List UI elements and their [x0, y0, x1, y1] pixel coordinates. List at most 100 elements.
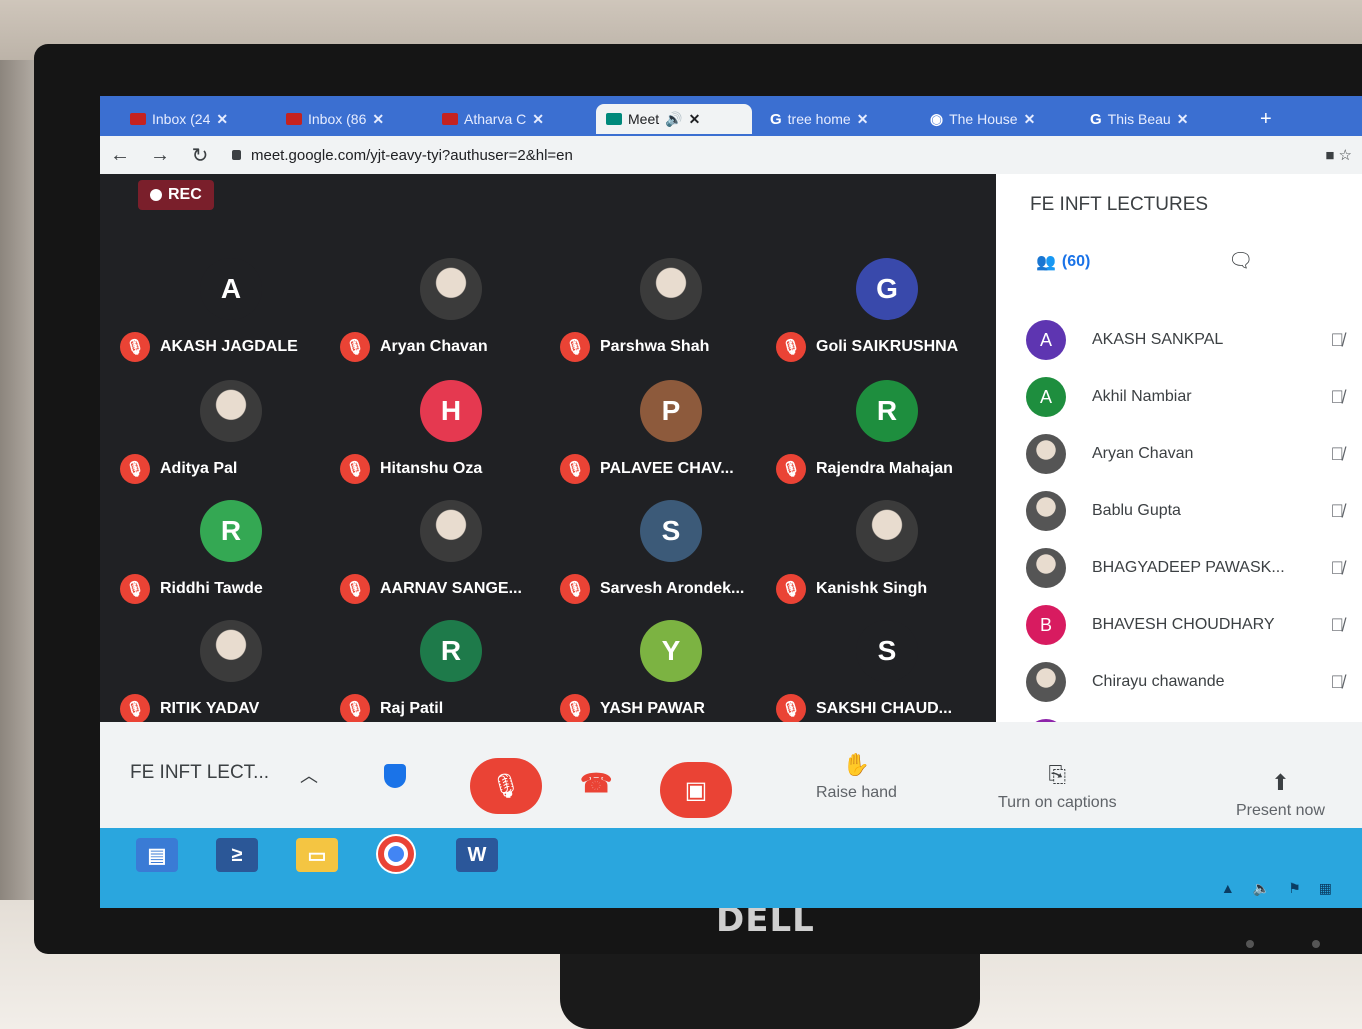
camera-off-button[interactable]: ▣ [660, 762, 732, 818]
network-icon[interactable]: ▦ [1319, 880, 1332, 897]
participant-avatar: R [856, 380, 918, 442]
participant-avatar: Y [640, 620, 702, 682]
person-name: Chirayu chawande [1092, 673, 1225, 690]
participant-name-row: 🎙 Parshwa Shah [560, 332, 709, 362]
chevron-up-icon[interactable]: ︿ [300, 762, 318, 788]
chat-icon: ◉ [930, 111, 944, 128]
tray-chevron-icon[interactable]: ▲ [1221, 880, 1235, 897]
participant-name-row: 🎙 Hitanshu Oza [340, 454, 482, 484]
volume-icon[interactable]: 🔈 [1253, 880, 1270, 897]
people-list-item[interactable]: A Akhil Nambiar 🎙̸ [1026, 377, 1356, 417]
file-explorer-icon[interactable]: ▤ [136, 838, 178, 872]
tab-label: Meet [628, 111, 660, 127]
participant-tile[interactable]: 🎙 Aditya Pal [120, 380, 340, 500]
gmail-icon [286, 113, 302, 125]
participant-tile[interactable]: R 🎙 Rajendra Mahajan [776, 380, 996, 500]
close-icon[interactable]: ✕ [372, 111, 384, 128]
present-now-button[interactable]: ⬆ Present now [1236, 770, 1325, 820]
participant-tile[interactable]: H 🎙 Hitanshu Oza [340, 380, 560, 500]
folder-icon[interactable]: ▭ [296, 838, 338, 872]
participant-name-row: 🎙 SAKSHI CHAUD... [776, 694, 952, 724]
windows-taskbar: ▤ ≥ ▭ W ▲ 🔈 ⚑ ▦ [100, 828, 1362, 908]
back-icon[interactable]: ← [100, 144, 140, 167]
people-list-item[interactable]: Bablu Gupta 🎙̸ [1026, 491, 1356, 531]
mic-off-icon: 🎙 [340, 694, 370, 724]
close-icon[interactable]: ✕ [689, 111, 701, 128]
monitor-button[interactable] [1312, 940, 1320, 948]
person-avatar [1026, 662, 1066, 702]
hand-icon: ✋ [842, 752, 871, 777]
browser-tab-active[interactable]: Meet 🔊 ✕ [596, 104, 752, 134]
chrome-icon[interactable] [376, 834, 416, 874]
reload-icon[interactable]: ↻ [180, 143, 220, 168]
raise-hand-button[interactable]: ✋ Raise hand [816, 752, 897, 802]
participant-avatar: S [640, 500, 702, 562]
participant-name: PALAVEE CHAV... [600, 460, 734, 477]
mic-off-icon[interactable]: 🎙̸ [1331, 558, 1345, 579]
people-list-item[interactable]: BHAGYADEEP PAWASK... 🎙̸ [1026, 548, 1356, 588]
meeting-controls: FE INFT LECT... ︿ 🎙 ☎ ▣ ✋ Raise hand ⎘ T… [100, 722, 1362, 828]
mic-off-icon[interactable]: 🎙̸ [1331, 672, 1345, 693]
participant-name: RITIK YADAV [160, 700, 260, 717]
mic-off-icon[interactable]: 🎙̸ [1331, 501, 1345, 522]
new-tab-button[interactable]: + [1260, 108, 1272, 131]
participant-tile[interactable]: 🎙 Aryan Chavan [340, 258, 560, 378]
close-icon[interactable]: ✕ [857, 111, 869, 128]
meeting-title[interactable]: FE INFT LECT... [130, 762, 269, 784]
mic-off-icon[interactable]: 🎙̸ [1331, 444, 1345, 465]
close-icon[interactable]: ✕ [532, 111, 544, 128]
people-list-item[interactable]: Chirayu chawande 🎙̸ [1026, 662, 1356, 702]
participant-tile[interactable]: S 🎙 Sarvesh Arondek... [560, 500, 780, 620]
people-tab[interactable]: 👥 (60) [1036, 252, 1090, 272]
mic-off-icon: 🎙 [340, 574, 370, 604]
browser-tab[interactable]: G tree home ✕ [760, 104, 910, 134]
mic-off-icon[interactable]: 🎙̸ [1331, 330, 1345, 351]
forward-icon[interactable]: → [140, 144, 180, 167]
participant-tile[interactable]: 🎙 Parshwa Shah [560, 258, 780, 378]
speaker-icon: 🔊 [665, 110, 683, 127]
tab-label: Atharva C [464, 111, 527, 127]
browser-tab[interactable]: G This Beau ✕ [1080, 104, 1230, 134]
participant-tile[interactable]: 🎙 Kanishk Singh [776, 500, 996, 620]
captions-icon: ⎘ [1048, 762, 1067, 787]
mic-off-icon[interactable]: 🎙̸ [1331, 615, 1345, 636]
flag-icon[interactable]: ⚑ [1288, 880, 1301, 897]
participant-tile[interactable]: 🎙 AARNAV SANGE... [340, 500, 560, 620]
participant-avatar [200, 380, 262, 442]
word-icon[interactable]: W [456, 838, 498, 872]
participant-tile[interactable]: A 🎙 AKASH JAGDALE [120, 258, 340, 378]
monitor-button[interactable] [1246, 940, 1254, 948]
mic-off-icon: 🎙 [560, 332, 590, 362]
people-list-item[interactable]: Aryan Chavan 🎙̸ [1026, 434, 1356, 474]
security-shield-icon[interactable] [384, 764, 406, 788]
people-list-item[interactable]: A AKASH SANKPAL 🎙̸ [1026, 320, 1356, 360]
url-field[interactable]: meet.google.com/yjt-eavy-tyi?authuser=2&… [232, 147, 573, 164]
participant-name: Aditya Pal [160, 460, 238, 477]
microphone-off-button[interactable]: 🎙 [470, 758, 542, 814]
participant-name-row: 🎙 Sarvesh Arondek... [560, 574, 744, 604]
participant-tile[interactable]: P 🎙 PALAVEE CHAV... [560, 380, 780, 500]
captions-button[interactable]: ⎘ Turn on captions [998, 762, 1117, 812]
participant-name: Raj Patil [380, 700, 444, 717]
participant-tile[interactable]: G 🎙 Goli SAIKRUSHNA [776, 258, 996, 378]
participant-name-row: 🎙 AARNAV SANGE... [340, 574, 522, 604]
participant-tile[interactable]: R 🎙 Riddhi Tawde [120, 500, 340, 620]
chat-icon[interactable]: 🗨 [1228, 248, 1253, 273]
participant-name-row: 🎙 Raj Patil [340, 694, 443, 724]
raise-hand-label: Raise hand [816, 784, 897, 801]
close-icon[interactable]: ✕ [216, 111, 228, 128]
close-icon[interactable]: ✕ [1177, 111, 1189, 128]
browser-tab[interactable]: Inbox (24 ✕ [120, 104, 270, 134]
mic-off-icon: 🎙 [120, 454, 150, 484]
powershell-icon[interactable]: ≥ [216, 838, 258, 872]
mic-off-icon[interactable]: 🎙̸ [1331, 387, 1345, 408]
browser-tab[interactable]: Atharva C ✕ [432, 104, 582, 134]
close-icon[interactable]: ✕ [1024, 111, 1036, 128]
camera-icon[interactable]: ■ ☆ [1325, 146, 1352, 164]
mic-off-icon: 🎙 [776, 574, 806, 604]
browser-tab[interactable]: Inbox (86 ✕ [276, 104, 426, 134]
person-avatar [1026, 548, 1066, 588]
browser-tab[interactable]: ◉ The House ✕ [920, 104, 1070, 134]
hang-up-button[interactable]: ☎ [580, 768, 612, 799]
people-list-item[interactable]: B BHAVESH CHOUDHARY 🎙̸ [1026, 605, 1356, 645]
